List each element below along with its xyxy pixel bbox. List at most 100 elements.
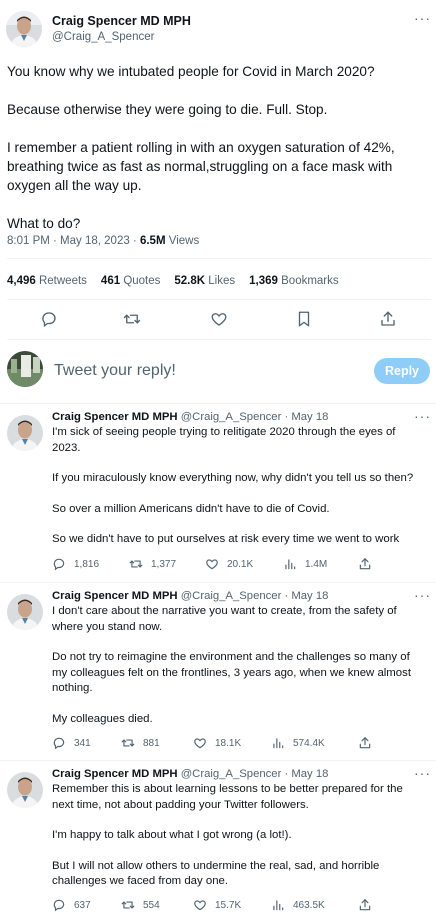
engagement-stats: 4,496 Retweets 461 Quotes 52.8K Likes 1,… <box>7 275 339 287</box>
views-label: Views <box>165 235 200 247</box>
retweet-count[interactable]: 554 <box>121 896 160 914</box>
author-name[interactable]: Craig Spencer MD MPH <box>52 590 178 602</box>
more-options-icon[interactable]: ··· <box>414 409 431 423</box>
views-count: 6.5M <box>139 235 166 247</box>
more-options-icon[interactable]: ··· <box>414 588 431 602</box>
share-icon <box>359 737 371 749</box>
timestamp[interactable]: 8:01 PM · May 18, 2023 · <box>7 235 140 247</box>
share-button[interactable] <box>358 555 372 573</box>
retweet-count[interactable]: 1,377 <box>129 555 176 573</box>
stat-retweets[interactable]: 4,496 Retweets <box>7 275 87 287</box>
author-name[interactable]: Craig Spencer MD MPH <box>52 768 178 780</box>
more-options-icon[interactable]: ··· <box>414 766 431 780</box>
reply-text: I don't care about the narrative you wan… <box>52 604 424 742</box>
reply-icon <box>53 558 65 571</box>
main-tweet: Craig Spencer MD MPH @Craig_A_Spencer ··… <box>0 0 436 388</box>
reply-actions: 341 881 18.1K 574.4K <box>52 734 432 752</box>
reply-icon[interactable] <box>40 310 58 328</box>
share-icon <box>359 899 371 911</box>
author-handle[interactable]: @Craig_A_Spencer <box>181 768 282 780</box>
like-count[interactable]: 15.7K <box>193 896 241 914</box>
share-button[interactable] <box>358 734 372 752</box>
retweet-icon[interactable] <box>123 310 141 328</box>
share-icon <box>359 558 371 570</box>
reply-header: Craig Spencer MD MPH @Craig_A_Spencer · … <box>52 590 328 602</box>
author-name[interactable]: Craig Spencer MD MPH <box>52 14 191 28</box>
tweet-meta: 8:01 PM · May 18, 2023 · 6.5M Views <box>7 235 199 247</box>
tweet-text: You know why we intubated people for Cov… <box>7 62 431 252</box>
reply-paragraph: My colleagues died. <box>52 712 153 725</box>
retweet-count[interactable]: 881 <box>121 734 160 752</box>
reply-date[interactable]: · May 18 <box>281 590 328 602</box>
reply-tweet[interactable]: Craig Spencer MD MPH @Craig_A_Spencer · … <box>0 408 436 580</box>
retweet-icon <box>121 901 135 909</box>
like-icon[interactable] <box>210 310 228 328</box>
like-count[interactable]: 18.1K <box>193 734 241 752</box>
reply-paragraph: So we didn't have to put ourselves at ri… <box>52 533 400 545</box>
reply-paragraph: Do not try to reimagine the environment … <box>52 651 411 694</box>
reply-paragraph: So over a million Americans didn't have … <box>52 502 330 515</box>
reply-button[interactable]: Reply <box>374 358 430 384</box>
author-handle[interactable]: @Craig_A_Spencer <box>52 31 154 43</box>
author-avatar[interactable] <box>7 772 43 808</box>
divider <box>7 339 431 340</box>
reply-input[interactable]: Tweet your reply! <box>54 362 176 380</box>
views-count[interactable]: 574.4K <box>271 734 325 752</box>
divider <box>7 299 431 300</box>
share-icon[interactable] <box>379 310 397 328</box>
like-icon <box>206 559 218 570</box>
analytics-icon <box>273 738 284 749</box>
analytics-icon <box>273 900 284 911</box>
author-avatar[interactable] <box>7 594 43 630</box>
tweet-paragraph: What to do? <box>7 216 81 231</box>
reply-tweet[interactable]: Craig Spencer MD MPH @Craig_A_Spencer · … <box>0 587 436 755</box>
tweet-paragraph: You know why we intubated people for Cov… <box>7 64 375 79</box>
analytics-icon <box>285 559 296 570</box>
reply-paragraph: But I will not allow others to undermine… <box>52 859 380 888</box>
reply-count[interactable]: 1,816 <box>52 555 99 573</box>
share-button[interactable] <box>358 896 372 914</box>
tweet-paragraph: I remember a patient rolling in with an … <box>7 140 395 193</box>
reply-header: Craig Spencer MD MPH @Craig_A_Spencer · … <box>52 768 328 780</box>
reply-paragraph: I'm sick of seeing people trying to reli… <box>52 426 396 454</box>
views-count[interactable]: 463.5K <box>271 896 325 914</box>
reply-actions: 637 554 15.7K 463.5K <box>52 896 432 914</box>
reply-icon <box>53 899 65 912</box>
reply-tweet[interactable]: Craig Spencer MD MPH @Craig_A_Spencer · … <box>0 765 436 923</box>
tweet-actions <box>0 308 436 332</box>
tweet-paragraph: Because otherwise they were going to die… <box>7 102 328 117</box>
reply-count[interactable]: 637 <box>52 896 91 914</box>
author-avatar[interactable] <box>6 11 42 47</box>
like-count[interactable]: 20.1K <box>205 555 253 573</box>
divider <box>0 582 436 583</box>
reply-header: Craig Spencer MD MPH @Craig_A_Spencer · … <box>52 411 328 423</box>
stat-quotes[interactable]: 461 Quotes <box>101 275 160 287</box>
retweet-icon <box>121 739 135 747</box>
reply-paragraph: If you miraculously know everything now,… <box>52 472 414 484</box>
reply-text: Remember this is about learning lessons … <box>52 782 424 905</box>
reply-icon <box>53 737 65 750</box>
stat-bookmarks[interactable]: 1,369 Bookmarks <box>249 275 339 287</box>
retweet-icon <box>129 560 143 568</box>
views-count[interactable]: 1.4M <box>283 555 327 573</box>
author-name[interactable]: Craig Spencer MD MPH <box>52 411 178 423</box>
author-handle[interactable]: @Craig_A_Spencer <box>181 590 282 602</box>
reply-count[interactable]: 341 <box>52 734 91 752</box>
divider <box>0 760 436 761</box>
like-icon <box>194 738 206 749</box>
reply-text: I'm sick of seeing people trying to reli… <box>52 425 424 563</box>
author-handle[interactable]: @Craig_A_Spencer <box>181 411 282 423</box>
reply-paragraph: I don't care about the narrative you wan… <box>52 605 397 633</box>
reply-composer: Tweet your reply! Reply <box>0 345 436 397</box>
reply-date[interactable]: · May 18 <box>281 768 328 780</box>
reply-paragraph: Remember this is about learning lessons … <box>52 783 403 811</box>
stat-likes[interactable]: 52.8K Likes <box>174 275 235 287</box>
reply-actions: 1,816 1,377 20.1K 1.4M <box>52 555 432 573</box>
more-options-icon[interactable]: ··· <box>414 11 431 25</box>
reply-date[interactable]: · May 18 <box>281 411 328 423</box>
author-avatar[interactable] <box>7 415 43 451</box>
like-icon <box>194 900 206 911</box>
divider <box>0 403 436 404</box>
bookmark-icon[interactable] <box>295 310 313 328</box>
user-avatar[interactable] <box>7 351 43 387</box>
